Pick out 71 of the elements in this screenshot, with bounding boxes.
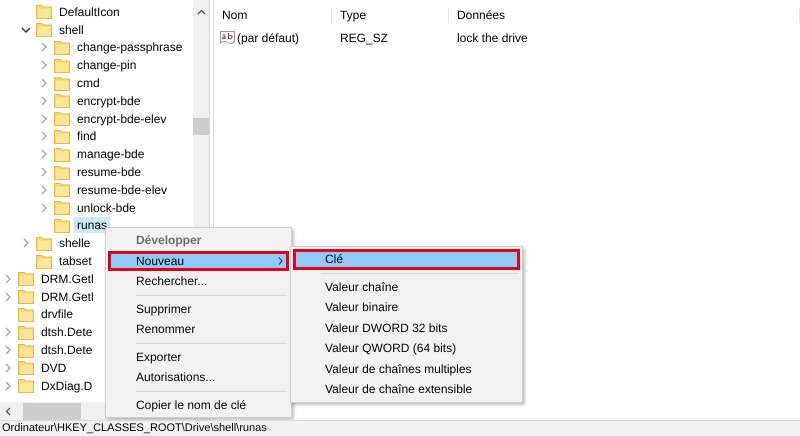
tree-item[interactable]: encrypt-bde — [74, 92, 144, 109]
menu-item[interactable]: Valeur de chaîne extensible — [293, 379, 520, 400]
folder-icon — [18, 360, 34, 376]
tree-item[interactable]: resume-bde-elev — [74, 182, 170, 198]
folder-icon — [18, 289, 34, 304]
value-data: lock the drive — [456, 31, 529, 45]
tree-item[interactable]: shelle — [56, 235, 94, 252]
menu-item[interactable]: Autorisations... — [108, 367, 289, 388]
folder-icon — [36, 22, 52, 38]
menu-item[interactable]: Valeur de chaînes multiples — [293, 358, 520, 379]
folder-icon — [54, 182, 70, 198]
tree-item[interactable]: change-pin — [74, 57, 140, 74]
value-type: REG_SZ — [339, 31, 390, 45]
column-header[interactable]: Type — [332, 8, 449, 22]
tree-item[interactable]: manage-bde — [74, 146, 148, 162]
folder-icon — [54, 164, 70, 180]
tree-item[interactable]: DxDiag.D — [38, 378, 96, 394]
menu-item[interactable]: Valeur binaire — [293, 297, 520, 318]
menu-item[interactable]: Valeur chaîne — [293, 276, 520, 297]
column-header[interactable]: Données — [449, 8, 800, 22]
menu-item[interactable]: Nouveau — [108, 250, 289, 271]
folder-icon — [54, 40, 70, 55]
folder-icon — [18, 324, 34, 340]
folder-icon — [18, 306, 34, 322]
folder-icon — [36, 236, 52, 251]
folder-icon — [54, 146, 70, 162]
folder-icon — [18, 342, 34, 358]
tree-item[interactable]: unlock-bde — [74, 200, 139, 216]
menu-item[interactable]: Rechercher... — [108, 271, 289, 292]
tree-item[interactable]: cmd — [74, 75, 103, 92]
tree-item[interactable]: runas — [74, 217, 110, 234]
folder-icon — [18, 378, 34, 394]
folder-icon — [18, 271, 34, 286]
column-header[interactable]: Nom — [214, 8, 332, 22]
folder-icon — [54, 218, 70, 233]
tree-item[interactable]: find — [74, 128, 100, 144]
menu-item[interactable]: Copier le nom de clé — [108, 394, 289, 415]
value-name: (par défaut) — [237, 31, 300, 45]
tree-item[interactable]: drvfile — [38, 306, 76, 322]
tree-item[interactable]: tabset — [56, 253, 95, 270]
menu-item[interactable]: Valeur DWORD 32 bits — [293, 318, 520, 338]
string-value-icon — [220, 31, 235, 45]
scroll-thumb[interactable] — [193, 118, 209, 135]
tree-item[interactable]: encrypt-bde-elev — [74, 110, 170, 127]
tree-item[interactable]: shell — [56, 22, 87, 38]
scroll-up-icon[interactable] — [196, 9, 206, 15]
folder-icon — [54, 76, 70, 91]
chevron-icon[interactable] — [21, 24, 31, 35]
scroll-left-icon[interactable] — [5, 406, 11, 416]
scroll-thumb[interactable] — [23, 402, 81, 420]
menu-item[interactable]: Supprimer — [108, 298, 289, 319]
tree-item[interactable]: DefaultIcon — [56, 4, 123, 20]
status-bar: Ordinateur\HKEY_CLASSES_ROOT\Drive\shell\runas — [0, 420, 800, 436]
folder-icon — [54, 111, 70, 126]
folder-icon — [54, 200, 70, 216]
folder-icon — [54, 93, 70, 108]
tree-item[interactable]: resume-bde — [74, 164, 144, 180]
menu-item[interactable]: Valeur QWORD (64 bits) — [293, 338, 520, 358]
folder-icon — [36, 4, 52, 20]
menu-item[interactable]: Renommer — [108, 319, 289, 340]
menu-item[interactable]: Clé — [293, 249, 520, 270]
folder-icon — [54, 58, 70, 73]
folder-icon — [54, 128, 70, 144]
tree-item[interactable]: DRM.Getl — [38, 288, 97, 305]
menu-item[interactable]: Exporter — [108, 346, 289, 367]
tree-item[interactable]: dtsh.Dete — [38, 342, 96, 358]
tree-item[interactable]: dtsh.Dete — [38, 324, 96, 340]
folder-icon — [36, 254, 52, 269]
tree-item[interactable]: DRM.Getl — [38, 270, 97, 287]
tree-item[interactable]: DVD — [38, 360, 70, 376]
tree-item[interactable]: change-passphrase — [74, 39, 186, 56]
